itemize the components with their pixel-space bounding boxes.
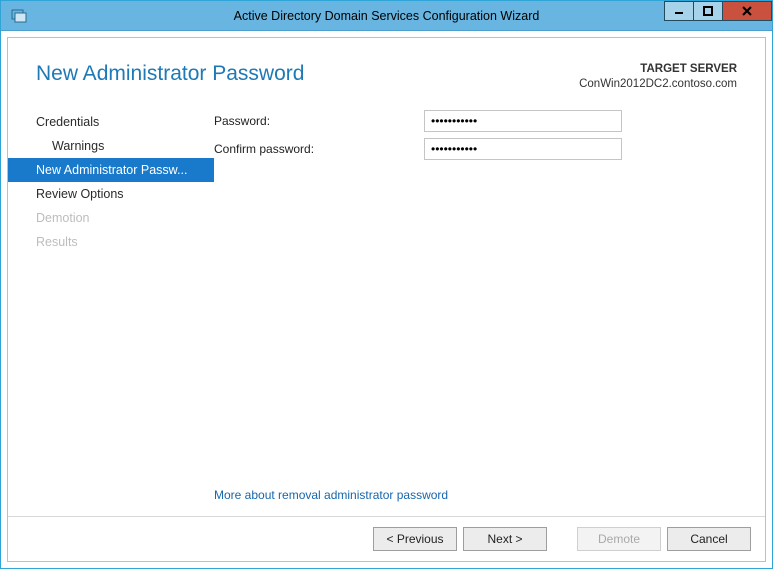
step-new-admin-password[interactable]: New Administrator Passw... <box>8 158 214 182</box>
confirm-password-row: Confirm password: <box>214 138 765 160</box>
confirm-password-label: Confirm password: <box>214 142 424 156</box>
footer-buttons: < Previous Next > Demote Cancel <box>8 516 765 561</box>
help-link[interactable]: More about removal administrator passwor… <box>214 488 448 502</box>
previous-button[interactable]: < Previous <box>373 527 457 551</box>
step-results: Results <box>8 230 214 254</box>
next-button[interactable]: Next > <box>463 527 547 551</box>
cancel-button[interactable]: Cancel <box>667 527 751 551</box>
app-icon <box>7 4 31 28</box>
password-input[interactable] <box>424 110 622 132</box>
main-panel: Password: Confirm password: More about r… <box>214 92 765 516</box>
demote-button: Demote <box>577 527 661 551</box>
header-area: New Administrator Password TARGET SERVER… <box>8 38 765 92</box>
wizard-body: New Administrator Password TARGET SERVER… <box>7 37 766 562</box>
wizard-steps-sidebar: Credentials Warnings New Administrator P… <box>8 92 214 516</box>
password-row: Password: <box>214 110 765 132</box>
maximize-button[interactable] <box>693 1 723 21</box>
button-gap <box>553 527 571 551</box>
step-credentials[interactable]: Credentials <box>8 110 214 134</box>
target-server-name: ConWin2012DC2.contoso.com <box>579 77 737 92</box>
wizard-window: Active Directory Domain Services Configu… <box>0 0 773 569</box>
content-row: Credentials Warnings New Administrator P… <box>8 92 765 516</box>
confirm-password-input[interactable] <box>424 138 622 160</box>
minimize-button[interactable] <box>664 1 694 21</box>
password-label: Password: <box>214 114 424 128</box>
step-review-options[interactable]: Review Options <box>8 182 214 206</box>
close-button[interactable] <box>722 1 772 21</box>
step-warnings[interactable]: Warnings <box>8 134 214 158</box>
target-server-label: TARGET SERVER <box>579 62 737 77</box>
window-title: Active Directory Domain Services Configu… <box>1 9 772 23</box>
title-bar: Active Directory Domain Services Configu… <box>1 1 772 31</box>
page-heading: New Administrator Password <box>36 62 304 92</box>
target-server-block: TARGET SERVER ConWin2012DC2.contoso.com <box>579 62 737 92</box>
step-demotion: Demotion <box>8 206 214 230</box>
window-controls <box>665 1 772 21</box>
